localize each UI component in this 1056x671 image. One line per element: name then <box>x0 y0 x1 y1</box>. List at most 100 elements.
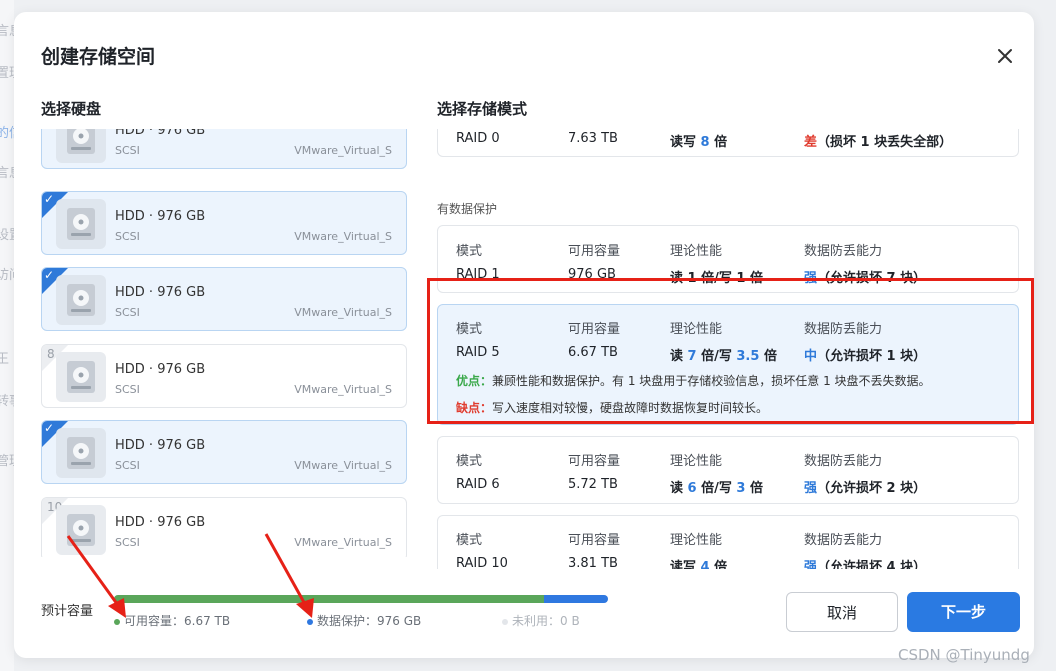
disk-title: HDD · 976 GB <box>115 438 206 453</box>
raid-mode: RAID 6 <box>456 477 500 492</box>
header-protection: 数据防丢能力 <box>804 454 883 469</box>
header-performance: 理论性能 <box>670 322 723 337</box>
capacity-bar <box>114 595 608 603</box>
background-text: 王 <box>0 352 10 367</box>
header-performance: 理论性能 <box>670 454 723 469</box>
raid-capacity: 7.63 TB <box>568 131 618 146</box>
header-protection: 数据防丢能力 <box>804 533 883 548</box>
disk-bus: SCSI <box>115 144 140 157</box>
hard-drive-icon <box>56 352 106 402</box>
raid-capacity: 976 GB <box>568 267 616 282</box>
disk-bus: SCSI <box>115 459 140 472</box>
raid-pros: 优点：兼顾性能和数据保护。有 1 块盘用于存储校验信息，损坏任意 1 块盘不丢失… <box>456 374 931 388</box>
next-button[interactable]: 下一步 <box>907 592 1020 632</box>
disk-card[interactable]: ✓ HDD · 976 GB SCSI VMware_Virtual_S <box>41 420 407 484</box>
disk-title: HDD · 976 GB <box>115 285 206 300</box>
disk-title: HDD · 976 GB <box>115 515 206 530</box>
disk-model: VMware_Virtual_S <box>294 230 392 243</box>
header-mode: 模式 <box>456 454 483 469</box>
raid-capacity: 6.67 TB <box>568 345 618 360</box>
raid-protection: 差（损坏 1 块丢失全部） <box>804 135 953 150</box>
disk-card[interactable]: 8 HDD · 976 GB SCSI VMware_Virtual_S <box>41 344 407 408</box>
header-performance: 理论性能 <box>670 244 723 259</box>
disk-card[interactable]: 10 HDD · 976 GB SCSI VMware_Virtual_S <box>41 497 407 557</box>
disk-title: HDD · 976 GB <box>115 209 206 224</box>
raid-option-raid5[interactable]: 模式 可用容量 理论性能 数据防丢能力 RAID 5 6.67 TB 读 7 倍… <box>437 304 1019 425</box>
watermark: CSDN @Tinyundg <box>898 646 1030 664</box>
disk-section-title: 选择硬盘 <box>41 100 102 118</box>
raid-performance: 读写 4 倍 <box>670 560 728 569</box>
raid-performance: 读 7 倍/写 3.5 倍 <box>670 349 777 364</box>
hard-drive-icon <box>56 199 106 249</box>
raid-protection: 强（允许损坏 7 块） <box>804 271 927 286</box>
disk-card[interactable]: HDD · 976 GB SCSI VMware_Virtual_S <box>41 129 407 169</box>
capacity-bar-usable <box>114 595 544 603</box>
raid-mode: RAID 0 <box>456 131 500 146</box>
disk-model: VMware_Virtual_S <box>294 536 392 549</box>
raid-option-raid10[interactable]: 模式 可用容量 理论性能 数据防丢能力 RAID 10 3.81 TB 读写 4… <box>437 515 1019 569</box>
legend-dot-protect <box>307 618 313 625</box>
legend-dot-usable <box>114 618 120 625</box>
disk-model: VMware_Virtual_S <box>294 383 392 396</box>
disk-card[interactable]: ✓ HDD · 976 GB SCSI VMware_Virtual_S <box>41 191 407 255</box>
capacity-estimate-label: 预计容量 <box>41 604 94 619</box>
disk-index: 8 <box>47 347 55 361</box>
raid-section-title: 选择存储模式 <box>437 100 528 118</box>
legend-usable: 可用容量：6.67 TB <box>114 612 230 629</box>
close-icon[interactable] <box>994 45 1016 67</box>
hard-drive-icon <box>56 275 106 325</box>
raid-cons: 缺点：写入速度相对较慢，硬盘故障时数据恢复时间较长。 <box>456 401 769 415</box>
disk-model: VMware_Virtual_S <box>294 306 392 319</box>
raid-mode: RAID 10 <box>456 556 508 569</box>
raid-protection: 中（允许损坏 1 块） <box>804 349 927 364</box>
header-capacity: 可用容量 <box>568 533 621 548</box>
raid-option-raid6[interactable]: 模式 可用容量 理论性能 数据防丢能力 RAID 6 5.72 TB 读 6 倍… <box>437 436 1019 504</box>
disk-model: VMware_Virtual_S <box>294 459 392 472</box>
legend-unused: 未利用：0 B <box>502 612 580 629</box>
create-storage-dialog: 创建存储空间 选择硬盘 选择存储模式 HDD · 976 GB SCSI VMw… <box>14 12 1034 658</box>
disk-model: VMware_Virtual_S <box>294 144 392 157</box>
header-capacity: 可用容量 <box>568 454 621 469</box>
disk-title: HDD · 976 GB <box>115 129 206 138</box>
header-performance: 理论性能 <box>670 533 723 548</box>
raid-performance: 读 6 倍/写 3 倍 <box>670 481 763 496</box>
header-capacity: 可用容量 <box>568 322 621 337</box>
header-protection: 数据防丢能力 <box>804 322 883 337</box>
header-mode: 模式 <box>456 322 483 337</box>
raid-performance: 读 1 倍/写 1 倍 <box>670 271 763 286</box>
group-label-protected: 有数据保护 <box>437 202 498 216</box>
capacity-bar-protect <box>544 595 608 603</box>
disk-bus: SCSI <box>115 306 140 319</box>
header-capacity: 可用容量 <box>568 244 621 259</box>
raid-option-raid1[interactable]: 模式 可用容量 理论性能 数据防丢能力 RAID 1 976 GB 读 1 倍/… <box>437 225 1019 293</box>
check-icon: ✓ <box>44 268 55 282</box>
raid-performance: 读写 8 倍 <box>670 135 728 150</box>
disk-bus: SCSI <box>115 230 140 243</box>
raid-mode: RAID 1 <box>456 267 500 282</box>
check-icon: ✓ <box>44 421 55 435</box>
background-sidebar <box>0 0 14 671</box>
header-protection: 数据防丢能力 <box>804 244 883 259</box>
header-mode: 模式 <box>456 533 483 548</box>
raid-mode: RAID 5 <box>456 345 500 360</box>
cancel-button[interactable]: 取消 <box>786 592 898 632</box>
hard-drive-icon <box>56 505 106 555</box>
disk-card[interactable]: ✓ HDD · 976 GB SCSI VMware_Virtual_S <box>41 267 407 331</box>
hard-drive-icon <box>56 129 106 163</box>
disk-title: HDD · 976 GB <box>115 362 206 377</box>
hard-drive-icon <box>56 428 106 478</box>
raid-protection: 强（允许损坏 4 块） <box>804 560 927 569</box>
dialog-title: 创建存储空间 <box>41 46 156 68</box>
check-icon: ✓ <box>44 192 55 206</box>
disk-bus: SCSI <box>115 383 140 396</box>
legend-protect: 数据保护：976 GB <box>307 612 421 629</box>
disk-list[interactable]: HDD · 976 GB SCSI VMware_Virtual_S ✓ HDD… <box>41 129 411 557</box>
legend-dot-unused <box>502 618 508 625</box>
disk-bus: SCSI <box>115 536 140 549</box>
header-mode: 模式 <box>456 244 483 259</box>
raid-protection: 强（允许损坏 2 块） <box>804 481 927 496</box>
raid-capacity: 5.72 TB <box>568 477 618 492</box>
raid-mode-list[interactable]: RAID 0 7.63 TB 读写 8 倍 差（损坏 1 块丢失全部） 有数据保… <box>437 129 1027 569</box>
raid-option-raid0[interactable]: RAID 0 7.63 TB 读写 8 倍 差（损坏 1 块丢失全部） <box>437 129 1019 157</box>
raid-capacity: 3.81 TB <box>568 556 618 569</box>
